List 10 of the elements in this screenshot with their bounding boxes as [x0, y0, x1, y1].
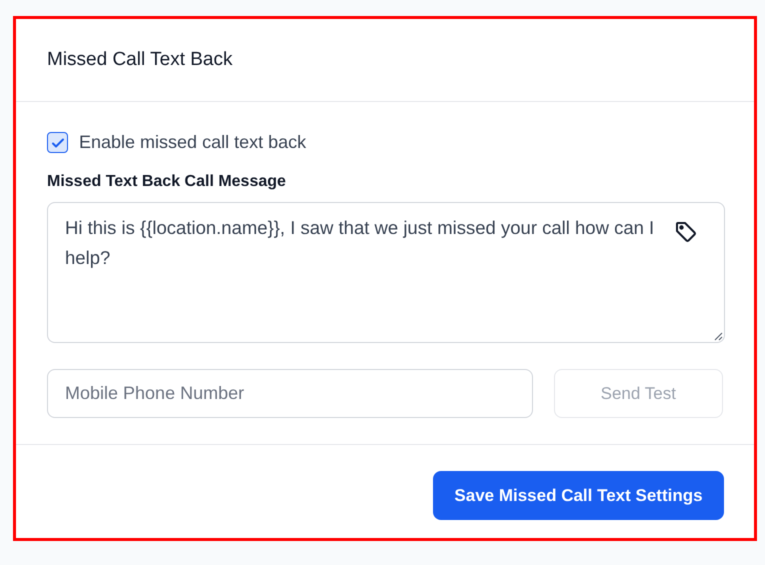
checkbox[interactable] — [47, 132, 68, 153]
resize-handle-icon[interactable] — [714, 332, 723, 341]
field-label: Missed Text Back Call Message — [47, 172, 287, 192]
phone-number-field[interactable]: Mobile Phone Number — [47, 369, 533, 418]
check-icon — [50, 136, 64, 150]
save-button[interactable]: Save Missed Call Text Settings — [433, 471, 724, 520]
checkbox-label: Enable missed call text back — [79, 131, 306, 154]
tag-icon[interactable] — [674, 220, 698, 244]
panel-title: Missed Call Text Back — [47, 48, 232, 72]
message-field[interactable]: Hi this is {{location.name}}, I saw that we just missed your call how can I help? — [47, 202, 725, 343]
